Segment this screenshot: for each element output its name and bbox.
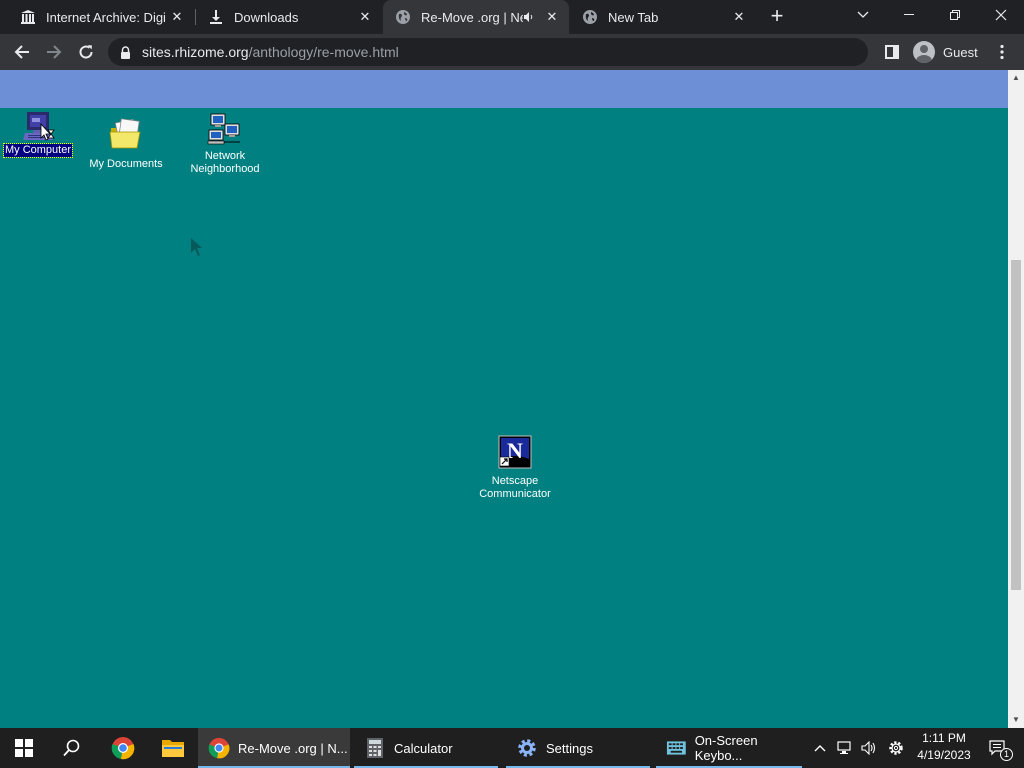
keyboard-icon bbox=[666, 741, 686, 755]
url-host: sites.rhizome.org bbox=[142, 44, 249, 60]
tab-title: Internet Archive: Digita bbox=[46, 9, 166, 25]
taskbar-app-calculator[interactable]: Calculator bbox=[354, 728, 498, 768]
close-tab-icon[interactable]: ✕ bbox=[541, 6, 563, 28]
desktop-icon-network-neighborhood[interactable]: Network Neighborhood bbox=[182, 112, 268, 176]
speaker-icon[interactable] bbox=[523, 11, 537, 23]
tab-strip: Internet Archive: Digita ✕ Downloads ✕ R… bbox=[0, 0, 1024, 34]
tab-search-chevron-icon[interactable] bbox=[840, 0, 886, 30]
calculator-icon bbox=[367, 738, 383, 758]
minimize-icon[interactable] bbox=[886, 0, 932, 30]
taskbar-app-label: Calculator bbox=[394, 740, 453, 756]
side-panel-icon[interactable] bbox=[878, 38, 906, 66]
close-tab-icon[interactable]: ✕ bbox=[354, 6, 376, 28]
new-tab-plus-icon[interactable]: + bbox=[764, 5, 790, 29]
browser-toolbar: sites.rhizome.org/anthology/re-move.html… bbox=[0, 34, 1024, 70]
taskbar-app-label: Settings bbox=[546, 740, 593, 756]
globe-icon bbox=[395, 9, 411, 25]
tab-new-tab[interactable]: New Tab ✕ bbox=[570, 0, 756, 34]
desktop-icon-my-computer[interactable]: My Computer bbox=[2, 110, 74, 158]
desktop-icon-label: Netscape Communicator bbox=[479, 475, 551, 500]
system-clock[interactable]: 1:11 PM 4/19/2023 bbox=[908, 730, 980, 764]
desktop-icon-netscape-communicator[interactable]: N Netscape Communicator bbox=[470, 435, 560, 501]
profile-label: Guest bbox=[943, 44, 978, 60]
taskbar-app-label: On-Screen Keybo... bbox=[694, 733, 758, 763]
windows-logo-icon bbox=[15, 739, 33, 757]
network-status-icon[interactable] bbox=[834, 728, 856, 768]
pinned-chrome[interactable] bbox=[98, 728, 148, 768]
taskbar-app-chrome[interactable]: Re-Move .org | N... bbox=[198, 728, 350, 768]
profile-button[interactable]: Guest bbox=[910, 39, 980, 65]
desktop-icon-label: My Documents bbox=[89, 158, 163, 170]
reload-icon[interactable] bbox=[72, 38, 100, 66]
page-scrollbar[interactable]: ▲ ▼ bbox=[1008, 70, 1024, 728]
svg-text:N: N bbox=[507, 438, 523, 463]
globe-icon bbox=[582, 9, 598, 25]
tab-title: Downloads bbox=[234, 9, 299, 25]
lock-icon[interactable] bbox=[120, 45, 132, 59]
tab-downloads[interactable]: Downloads ✕ bbox=[196, 0, 382, 34]
scroll-up-arrow-icon[interactable]: ▲ bbox=[1008, 70, 1024, 86]
address-bar[interactable]: sites.rhizome.org/anthology/re-move.html bbox=[108, 38, 868, 66]
tab-title: Re-Move .org | Net bbox=[421, 9, 523, 25]
scroll-down-arrow-icon[interactable]: ▼ bbox=[1008, 712, 1024, 728]
close-window-icon[interactable] bbox=[978, 0, 1024, 30]
desktop-icon-my-documents[interactable]: My Documents bbox=[84, 118, 168, 171]
volume-icon[interactable] bbox=[858, 728, 880, 768]
avatar-icon bbox=[913, 41, 935, 63]
notification-count-badge: 1 bbox=[1000, 748, 1013, 761]
taskbar-app-settings[interactable]: Settings bbox=[506, 728, 650, 768]
taskbar: Re-Move .org | N... Calculator Settings … bbox=[0, 728, 1024, 768]
folder-icon bbox=[84, 118, 168, 154]
taskbar-app-on-screen-keyboard[interactable]: On-Screen Keybo... bbox=[656, 728, 802, 768]
folder-icon bbox=[162, 740, 184, 757]
museum-icon bbox=[20, 9, 36, 25]
mouse-cursor-shadow bbox=[190, 237, 204, 262]
chrome-icon bbox=[208, 737, 230, 759]
taskbar-search-button[interactable] bbox=[48, 728, 96, 768]
url-path: /anthology/re-move.html bbox=[248, 44, 399, 60]
notification-center-icon[interactable]: 1 bbox=[984, 728, 1014, 768]
tray-overflow-chevron-icon[interactable] bbox=[810, 728, 830, 768]
clock-time: 1:11 PM bbox=[922, 731, 966, 745]
settings-gear-icon bbox=[518, 739, 536, 757]
close-tab-icon[interactable]: ✕ bbox=[728, 6, 750, 28]
clock-date: 4/19/2023 bbox=[917, 748, 971, 762]
taskbar-app-label: Re-Move .org | N... bbox=[238, 740, 348, 756]
tab-title: New Tab bbox=[608, 9, 659, 25]
tab-re-move[interactable]: Re-Move .org | Net ✕ bbox=[383, 0, 569, 34]
chrome-icon bbox=[111, 737, 135, 760]
network-icon bbox=[182, 112, 268, 146]
computer-icon bbox=[2, 110, 74, 144]
settings-gear-tray-icon[interactable] bbox=[884, 728, 908, 768]
desktop-icon-label: Network Neighborhood bbox=[190, 150, 260, 175]
back-arrow-icon[interactable] bbox=[8, 38, 36, 66]
scroll-thumb[interactable] bbox=[1011, 260, 1021, 590]
download-icon bbox=[208, 9, 224, 25]
emulated-desktop[interactable]: My Computer My Documents Network Neighbo… bbox=[0, 70, 1008, 728]
close-tab-icon[interactable]: ✕ bbox=[166, 6, 188, 28]
pinned-file-explorer[interactable] bbox=[148, 728, 198, 768]
desktop-icon-label: My Computer bbox=[2, 143, 74, 158]
forward-arrow-icon[interactable] bbox=[40, 38, 68, 66]
start-button[interactable] bbox=[0, 728, 48, 768]
search-icon bbox=[63, 739, 80, 757]
tab-internet-archive[interactable]: Internet Archive: Digita ✕ bbox=[8, 0, 194, 34]
page-banner bbox=[0, 70, 1008, 108]
netscape-icon: N bbox=[470, 435, 560, 471]
kebab-menu-icon[interactable] bbox=[988, 38, 1016, 66]
restore-icon[interactable] bbox=[932, 0, 978, 30]
